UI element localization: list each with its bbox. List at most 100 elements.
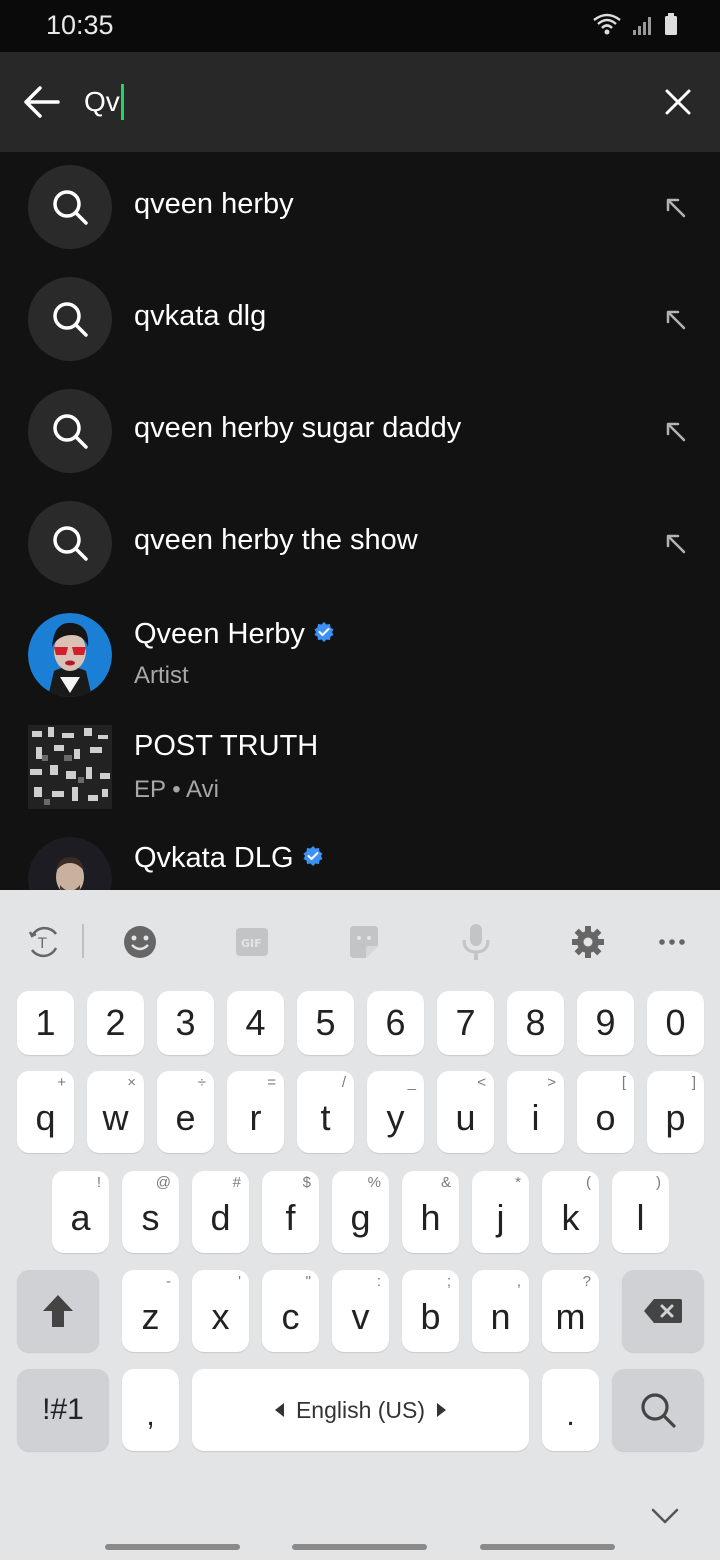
key-o[interactable]: [o — [577, 1071, 634, 1153]
space-key[interactable]: English (US) — [192, 1369, 529, 1451]
key-6[interactable]: 6 — [367, 991, 424, 1055]
verified-badge-icon — [314, 622, 334, 643]
result-subtitle: EP • Avi — [134, 776, 219, 803]
suggestion-text: qveen herby — [134, 188, 294, 220]
suggestion-text: qvkata dlg — [134, 300, 267, 332]
keyboard-toolbar: T GIF — [0, 890, 720, 990]
fill-query-arrow-icon[interactable] — [664, 420, 688, 444]
key-8[interactable]: 8 — [507, 991, 564, 1055]
backspace-key[interactable] — [622, 1270, 704, 1352]
key-m[interactable]: ? m — [542, 1270, 599, 1352]
fill-query-arrow-icon[interactable] — [664, 532, 688, 556]
key-c[interactable]: " c — [262, 1270, 319, 1352]
key-k[interactable]: (k — [542, 1171, 599, 1253]
nav-recents-handle[interactable] — [105, 1544, 240, 1550]
status-time: 10:35 — [46, 10, 114, 40]
suggestion-text: qveen herby the show — [134, 524, 418, 556]
key-x[interactable]: ' x — [192, 1270, 249, 1352]
shift-key[interactable] — [17, 1270, 99, 1352]
collapse-keyboard-icon[interactable] — [650, 1506, 680, 1526]
key-l[interactable]: ) l — [612, 1171, 669, 1253]
key-h[interactable]: & h — [402, 1171, 459, 1253]
status-bar: 10:35 — [0, 0, 720, 52]
album-cover — [28, 725, 112, 809]
search-icon — [28, 277, 112, 361]
key-1[interactable]: 1 — [17, 991, 74, 1055]
suggestion-row[interactable]: qvkata dlg — [0, 264, 720, 376]
back-arrow-icon — [24, 86, 60, 118]
period-key[interactable]: . — [542, 1369, 599, 1451]
key-e[interactable]: ÷ e — [157, 1071, 214, 1153]
search-input[interactable]: Qv — [84, 80, 624, 124]
key-2[interactable]: 2 — [87, 991, 144, 1055]
clear-button[interactable] — [664, 88, 692, 116]
fill-query-arrow-icon[interactable] — [664, 196, 688, 220]
result-row-album[interactable]: POST TRUTH EP • Avi — [0, 712, 720, 824]
key-n[interactable]: ,n — [472, 1270, 529, 1352]
search-key[interactable] — [612, 1369, 704, 1451]
result-row-artist[interactable]: Qvkata DLG — [0, 824, 720, 890]
search-icon — [28, 389, 112, 473]
search-icon — [28, 165, 112, 249]
suggestion-row[interactable]: qveen herby — [0, 152, 720, 264]
settings-icon[interactable] — [568, 922, 608, 962]
search-icon — [641, 1393, 676, 1428]
key-p[interactable]: ] p — [647, 1071, 704, 1153]
key-4[interactable]: 4 — [227, 991, 284, 1055]
key-t[interactable]: / t — [297, 1071, 354, 1153]
chevron-left-icon — [274, 1403, 284, 1417]
key-w[interactable]: × w — [87, 1071, 144, 1153]
key-r[interactable]: = r — [227, 1071, 284, 1153]
key-y[interactable]: _ y — [367, 1071, 424, 1153]
key-f[interactable]: $ f — [262, 1171, 319, 1253]
svg-text:GIF: GIF — [241, 937, 262, 950]
sticker-icon[interactable] — [344, 922, 384, 962]
key-0[interactable]: 0 — [647, 991, 704, 1055]
text-recognition-icon[interactable]: T — [24, 922, 64, 962]
signal-icon — [633, 17, 651, 35]
search-results-list: qveen herby qvkata dlg qveen herby sugar… — [0, 152, 720, 890]
back-button[interactable] — [20, 80, 64, 124]
key-5[interactable]: 5 — [297, 991, 354, 1055]
comma-key[interactable]: , — [122, 1369, 179, 1451]
backspace-icon — [644, 1299, 682, 1323]
gif-icon[interactable]: GIF — [232, 922, 272, 962]
more-icon[interactable] — [652, 922, 692, 962]
svg-text:T: T — [37, 936, 47, 952]
result-row-artist[interactable]: Qveen Herby Artist — [0, 600, 720, 712]
space-label: English (US) — [295, 1396, 426, 1423]
key-d[interactable]: # d — [192, 1171, 249, 1253]
symbols-key[interactable]: !#1 — [17, 1369, 109, 1451]
keyboard: T GIF 1 2 3 4 5 6 7 8 9 0 + q × w ÷ e = r / t… — [0, 890, 720, 1560]
key-v[interactable]: :v — [332, 1270, 389, 1352]
key-s[interactable]: @ s — [122, 1171, 179, 1253]
result-subtitle: Artist — [134, 662, 189, 689]
key-z[interactable]: -z — [122, 1270, 179, 1352]
close-icon — [665, 89, 691, 115]
key-3[interactable]: 3 — [157, 991, 214, 1055]
nav-home-handle[interactable] — [292, 1544, 427, 1550]
search-header: Qv — [0, 52, 720, 152]
result-title: Qveen Herby — [134, 618, 335, 651]
key-7[interactable]: 7 — [437, 991, 494, 1055]
key-j[interactable]: * j — [472, 1171, 529, 1253]
key-a[interactable]: ! a — [52, 1171, 109, 1253]
artist-avatar — [28, 837, 112, 890]
key-g[interactable]: % g — [332, 1171, 389, 1253]
key-9[interactable]: 9 — [577, 991, 634, 1055]
key-i[interactable]: > i — [507, 1071, 564, 1153]
key-b[interactable]: ; b — [402, 1270, 459, 1352]
suggestion-row[interactable]: qveen herby sugar daddy — [0, 376, 720, 488]
fill-query-arrow-icon[interactable] — [664, 308, 688, 332]
result-title: POST TRUTH — [134, 730, 319, 762]
key-q[interactable]: + q — [17, 1071, 74, 1153]
key-u[interactable]: < u — [437, 1071, 494, 1153]
toolbar-divider — [82, 924, 84, 958]
suggestion-row[interactable]: qveen herby the show — [0, 488, 720, 600]
result-title: Qvkata DLG — [134, 842, 324, 875]
suggestion-text: qveen herby sugar daddy — [134, 412, 462, 444]
emoji-icon[interactable] — [120, 922, 160, 962]
microphone-icon[interactable] — [456, 922, 496, 962]
artist-avatar — [28, 613, 112, 697]
nav-back-handle[interactable] — [480, 1544, 615, 1550]
